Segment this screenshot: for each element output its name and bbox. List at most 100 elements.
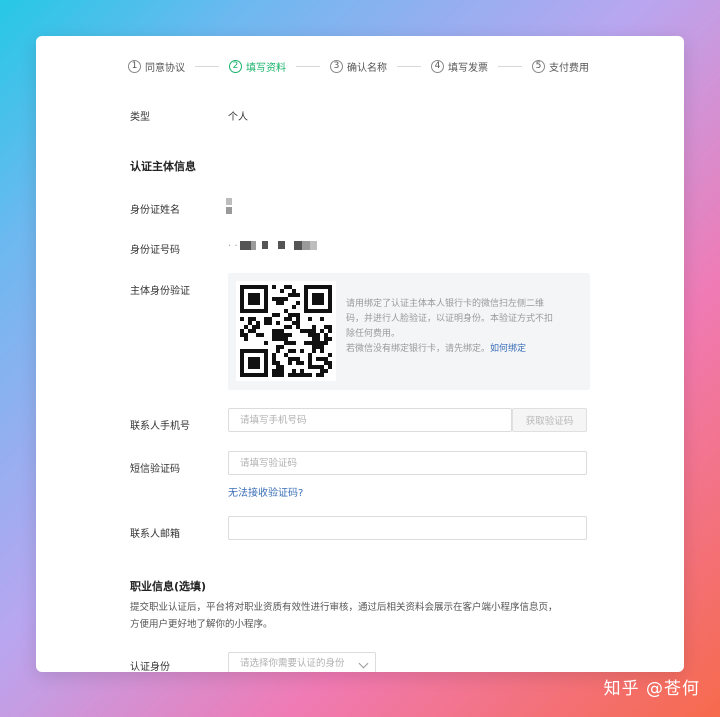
qr-module xyxy=(252,301,256,305)
qr-module xyxy=(256,293,260,297)
qr-module xyxy=(276,349,280,353)
qr-module xyxy=(320,369,324,373)
qr-module xyxy=(304,293,308,297)
qr-module xyxy=(252,325,256,329)
id-number-prefix: . . xyxy=(228,238,238,249)
qr-code-image xyxy=(240,285,332,377)
qr-module xyxy=(328,293,332,297)
qr-module xyxy=(272,337,276,341)
step-connector xyxy=(195,65,219,67)
qr-module xyxy=(280,365,284,369)
qr-module xyxy=(308,341,312,345)
qr-module xyxy=(292,293,296,297)
qr-module xyxy=(296,325,300,329)
qr-module xyxy=(312,329,316,333)
qr-module xyxy=(308,333,312,337)
qr-module xyxy=(300,369,304,373)
qr-module xyxy=(280,289,284,293)
qr-module xyxy=(284,317,288,321)
sms-code-input[interactable] xyxy=(228,451,587,475)
qr-module xyxy=(328,309,332,313)
qr-module xyxy=(248,309,252,313)
how-to-bind-link[interactable]: 如何绑定 xyxy=(490,344,526,354)
qr-module xyxy=(316,357,320,361)
email-label: 联系人邮箱 xyxy=(130,529,180,540)
qr-module xyxy=(244,325,248,329)
career-section-title: 职业信息(选填) xyxy=(130,580,207,593)
qr-module xyxy=(248,357,252,361)
qr-module xyxy=(272,329,276,333)
cannot-receive-code-link[interactable]: 无法接收验证码? xyxy=(228,484,303,499)
qr-module xyxy=(324,361,328,365)
qr-module xyxy=(308,285,312,289)
qr-module xyxy=(240,329,244,333)
qr-module xyxy=(280,373,284,377)
qr-module xyxy=(256,333,260,337)
qr-module xyxy=(312,345,316,349)
step-label: 填写发票 xyxy=(448,62,488,74)
qr-module xyxy=(320,349,324,353)
qr-module xyxy=(252,317,256,321)
qr-module xyxy=(276,365,280,369)
qr-module xyxy=(288,373,292,377)
qr-module xyxy=(244,373,248,377)
qr-code[interactable] xyxy=(236,281,336,381)
qr-module xyxy=(248,361,252,365)
email-input[interactable] xyxy=(228,516,587,540)
qr-module xyxy=(240,357,244,361)
qr-module xyxy=(260,349,264,353)
qr-module xyxy=(256,361,260,365)
qr-module xyxy=(280,345,284,349)
qr-module xyxy=(320,365,324,369)
qr-module xyxy=(292,341,296,345)
qr-module xyxy=(272,369,276,373)
step-label: 确认名称 xyxy=(347,62,387,74)
qr-module xyxy=(260,285,264,289)
qr-module xyxy=(304,289,308,293)
qr-module xyxy=(284,309,288,313)
qr-module xyxy=(264,365,268,369)
qr-module xyxy=(320,329,324,333)
qr-module xyxy=(288,349,292,353)
career-identity-select[interactable]: 请选择你需要认证的身份 xyxy=(228,652,376,672)
qr-module xyxy=(320,341,324,345)
qr-module xyxy=(324,333,328,337)
step-label: 填写资料 xyxy=(246,62,286,74)
qr-module xyxy=(264,321,268,325)
phone-input[interactable] xyxy=(228,408,512,432)
qr-module xyxy=(288,357,292,361)
verify-note: 若微信没有绑定银行卡，请先绑定。 xyxy=(346,344,491,354)
step-number: 2 xyxy=(229,59,242,73)
qr-module xyxy=(324,369,328,373)
qr-module xyxy=(256,297,260,301)
qr-module xyxy=(308,365,312,369)
career-description: 提交职业认证后，平台将对职业资质有效性进行审核，通过后相关资料会展示在客户端小程… xyxy=(130,599,600,633)
qr-module xyxy=(312,333,316,337)
qr-module xyxy=(328,365,332,369)
qr-module xyxy=(284,285,288,289)
qr-module xyxy=(316,293,320,297)
qr-module xyxy=(288,285,292,289)
qr-module xyxy=(296,361,300,365)
qr-module xyxy=(252,297,256,301)
qr-module xyxy=(256,325,260,329)
qr-module xyxy=(264,297,268,301)
step-connector xyxy=(296,65,320,67)
qr-module xyxy=(272,285,276,289)
qr-module xyxy=(248,317,252,321)
qr-module xyxy=(316,333,320,337)
qr-module xyxy=(272,297,276,301)
qr-module xyxy=(304,305,308,309)
qr-module xyxy=(328,285,332,289)
qr-module xyxy=(276,329,280,333)
qr-module xyxy=(320,301,324,305)
qr-module xyxy=(240,373,244,377)
verify-line: 除任何费用。 xyxy=(346,329,401,339)
qr-module xyxy=(308,373,312,377)
qr-module xyxy=(252,285,256,289)
qr-module xyxy=(240,309,244,313)
qr-module xyxy=(240,285,244,289)
qr-module xyxy=(276,369,280,373)
get-code-button[interactable]: 获取验证码 xyxy=(512,408,587,432)
verify-label: 主体身份验证 xyxy=(130,286,190,297)
